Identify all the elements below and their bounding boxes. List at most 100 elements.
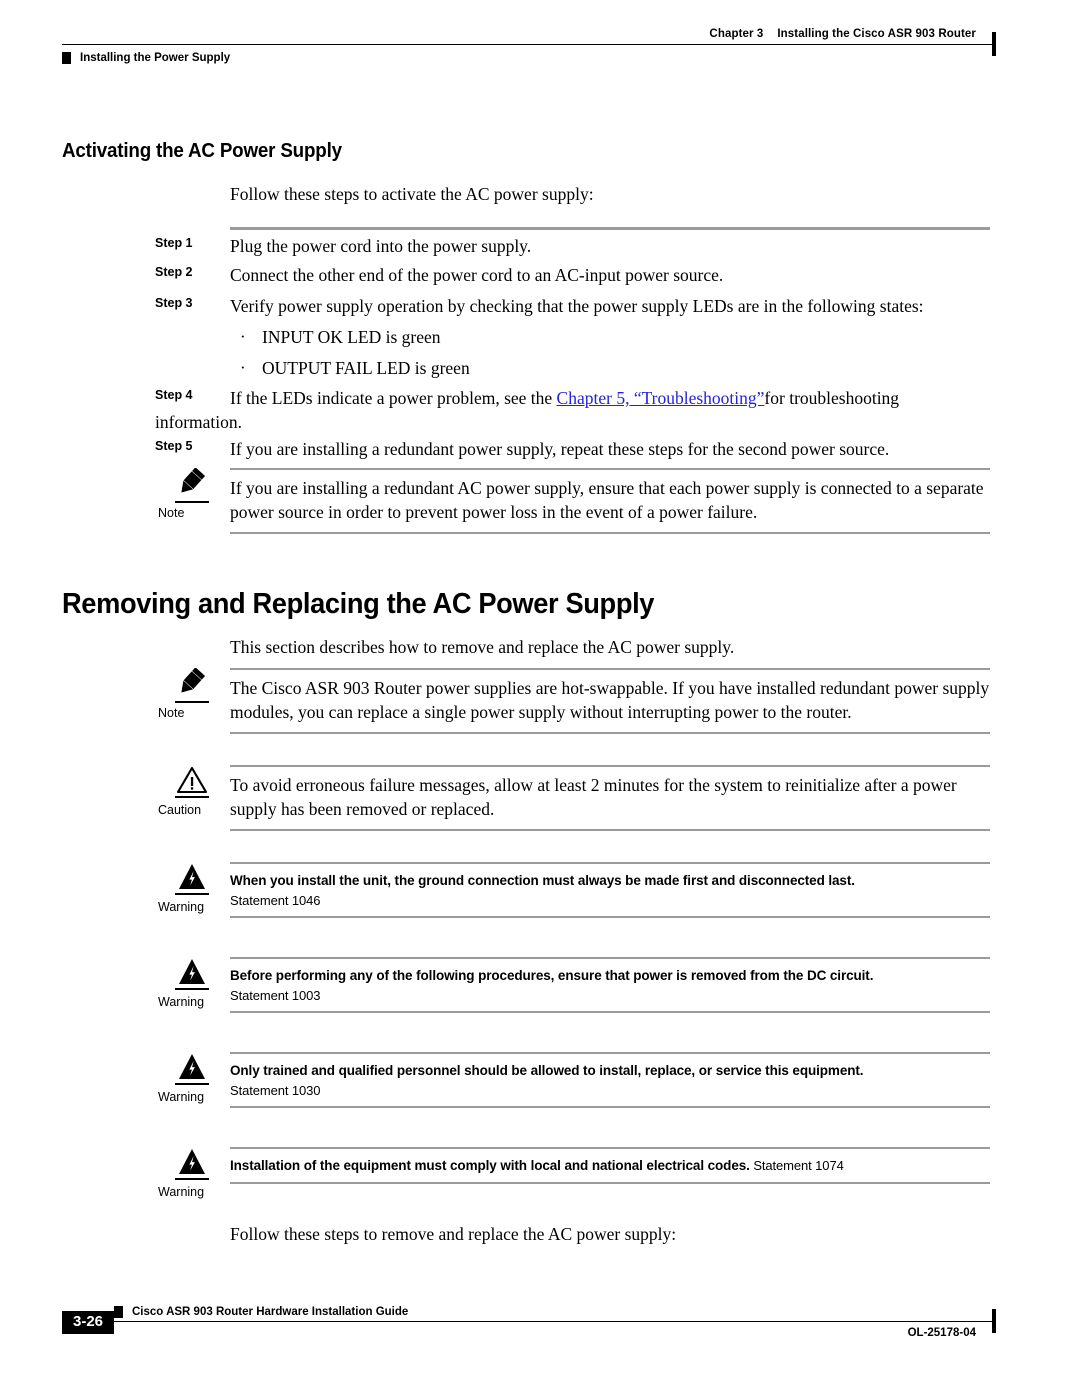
note-block-2: Note The Cisco ASR 903 Router power supp…: [155, 668, 990, 734]
icon-underline: [175, 1178, 209, 1180]
list-item-output-fail: · OUTPUT FAIL LED is green: [230, 356, 990, 380]
warning-message: Only trained and qualified personnel sho…: [230, 1063, 864, 1078]
note-block-1: Note If you are installing a redundant A…: [155, 468, 990, 534]
warning-message: Installation of the equipment must compl…: [230, 1158, 750, 1173]
icon-underline: [175, 988, 209, 990]
warning-label: Warning: [158, 900, 205, 914]
step-1-label: Step 1: [155, 236, 193, 250]
warning-statement: Statement 1074: [750, 1158, 844, 1173]
note-label: Note: [158, 506, 185, 520]
step-5-text: If you are installing a redundant power …: [230, 439, 890, 459]
step-4-label: Step 4: [155, 388, 193, 402]
list-item-output-fail-text: OUTPUT FAIL LED is green: [262, 358, 470, 378]
warning-block-3: Warning Only trained and qualified perso…: [155, 1052, 990, 1108]
note-text: If you are installing a redundant AC pow…: [230, 478, 984, 522]
warning-statement: Statement 1003: [230, 988, 321, 1003]
warning-body: When you install the unit, the ground co…: [230, 862, 990, 918]
warning-label: Warning: [158, 1185, 205, 1199]
caution-block: Caution To avoid erroneous failure messa…: [155, 765, 990, 831]
warning-statement: Statement 1046: [230, 893, 321, 908]
step-2-label: Step 2: [155, 265, 193, 279]
icon-underline: [175, 701, 209, 703]
warning-lightning-triangle-icon: [164, 862, 220, 895]
warning-lightning-triangle-icon: [164, 1147, 220, 1180]
note-body: The Cisco ASR 903 Router power supplies …: [230, 668, 990, 734]
note-label: Note: [158, 706, 185, 720]
running-head-section: Installing the Power Supply: [62, 52, 992, 64]
note-bottom-rule: [230, 532, 990, 534]
step-4-text: If the LEDs indicate a power problem, se…: [155, 388, 899, 432]
warning-message: Before performing any of the following p…: [230, 968, 874, 983]
pencil-icon: [164, 468, 220, 503]
bullet-dot-icon: ·: [240, 358, 246, 377]
page-edge-tab: [992, 32, 996, 56]
running-head-chapter-title: Installing the Cisco ASR 903 Router: [777, 28, 976, 40]
note-text: The Cisco ASR 903 Router power supplies …: [230, 678, 990, 722]
caution-body: To avoid erroneous failure messages, all…: [230, 765, 990, 831]
warning-statement-value: Statement 1074: [753, 1158, 844, 1173]
bullet-dot-icon: ·: [240, 327, 246, 346]
warning-statement: Statement 1030: [230, 1083, 321, 1098]
warning-bottom-rule: [230, 1182, 990, 1184]
warning-bottom-rule: [230, 1106, 990, 1108]
step-3-label: Step 3: [155, 296, 193, 310]
running-head-section-label: Installing the Power Supply: [80, 52, 231, 64]
warning-block-4: Warning Installation of the equipment mu…: [155, 1147, 990, 1199]
footer: Cisco ASR 903 Router Hardware Installati…: [62, 1306, 996, 1339]
warning-body: Installation of the equipment must compl…: [230, 1147, 990, 1184]
icon-underline: [175, 1083, 209, 1085]
icon-underline: [175, 501, 209, 503]
warning-text: Installation of the equipment must compl…: [230, 1149, 990, 1182]
troubleshooting-link[interactable]: Chapter 5, “Troubleshooting”: [557, 388, 765, 408]
step-3: Step 3 Verify power supply operation by …: [155, 294, 990, 318]
warning-lightning-triangle-icon: [164, 1052, 220, 1085]
section1-intro: Follow these steps to activate the AC po…: [230, 184, 594, 204]
icon-underline: [175, 893, 209, 895]
footer-rule: 3-26: [62, 1309, 996, 1334]
note-bottom-rule: [230, 732, 990, 734]
list-item-input-ok-text: INPUT OK LED is green: [262, 327, 441, 347]
pencil-icon: [164, 668, 220, 703]
step-1-text: Plug the power cord into the power suppl…: [230, 236, 532, 256]
warning-text: When you install the unit, the ground co…: [230, 864, 990, 916]
step-2-text: Connect the other end of the power cord …: [230, 265, 724, 285]
step-5: Step 5 If you are installing a redundant…: [155, 437, 990, 461]
warning-message: When you install the unit, the ground co…: [230, 873, 855, 888]
footer-guide: Cisco ASR 903 Router Hardware Installati…: [114, 1306, 992, 1318]
warning-label: Warning: [158, 1090, 205, 1104]
warning-lightning-triangle-icon: [164, 957, 220, 990]
warning-body: Before performing any of the following p…: [230, 957, 990, 1013]
icon-underline: [175, 796, 209, 798]
running-head: Chapter 3 Installing the Cisco ASR 903 Ro…: [62, 28, 996, 64]
warning-block-2: Warning Before performing any of the fol…: [155, 957, 990, 1013]
warning-bottom-rule: [230, 1011, 990, 1013]
section2-outro: Follow these steps to remove and replace…: [230, 1224, 677, 1244]
warning-label: Warning: [158, 995, 205, 1009]
step-2: Step 2 Connect the other end of the powe…: [155, 263, 990, 287]
note-body: If you are installing a redundant AC pow…: [230, 468, 990, 534]
step-1: Step 1 Plug the power cord into the powe…: [155, 234, 990, 258]
footer-guide-title: Cisco ASR 903 Router Hardware Installati…: [132, 1306, 409, 1318]
warning-bottom-rule: [230, 916, 990, 918]
section2-intro: This section describes how to remove and…: [230, 637, 735, 657]
page-title: Activating the AC Power Supply: [62, 140, 342, 162]
warning-text: Only trained and qualified personnel sho…: [230, 1054, 990, 1106]
caution-label: Caution: [158, 803, 202, 817]
page-edge-tab: [992, 1309, 996, 1333]
caution-text: To avoid erroneous failure messages, all…: [230, 775, 957, 819]
step-3-text: Verify power supply operation by checkin…: [230, 296, 924, 316]
warning-triangle-outline-icon: [164, 765, 220, 798]
step-4: Step 4 If the LEDs indicate a power prob…: [155, 386, 990, 434]
square-bullet-icon: [62, 52, 71, 64]
running-head-chapter: Chapter 3: [709, 28, 764, 40]
caution-bottom-rule: [230, 829, 990, 831]
running-head-title: Chapter 3 Installing the Cisco ASR 903 Ro…: [62, 28, 992, 44]
warning-block-1: Warning When you install the unit, the g…: [155, 862, 990, 918]
page-number-badge: 3-26: [62, 1311, 115, 1334]
warning-text: Before performing any of the following p…: [230, 959, 990, 1011]
steps-top-rule: [230, 227, 990, 230]
running-head-rule: [62, 32, 996, 56]
square-bullet-icon: [114, 1306, 123, 1318]
step-5-label: Step 5: [155, 439, 193, 453]
warning-body: Only trained and qualified personnel sho…: [230, 1052, 990, 1108]
